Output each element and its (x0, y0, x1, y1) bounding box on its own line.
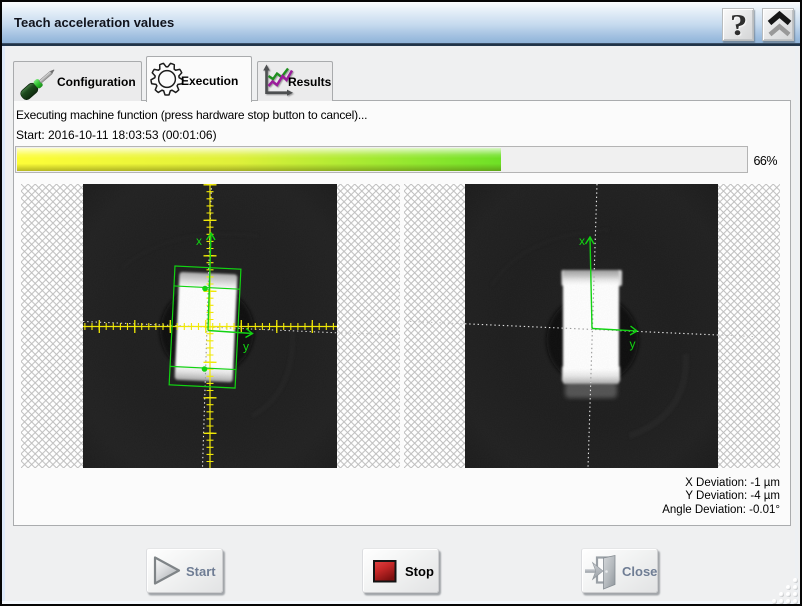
svg-text:x: x (196, 234, 202, 248)
svg-text:x: x (579, 234, 585, 248)
svg-text:y: y (243, 340, 249, 354)
svg-text:y: y (630, 337, 636, 351)
